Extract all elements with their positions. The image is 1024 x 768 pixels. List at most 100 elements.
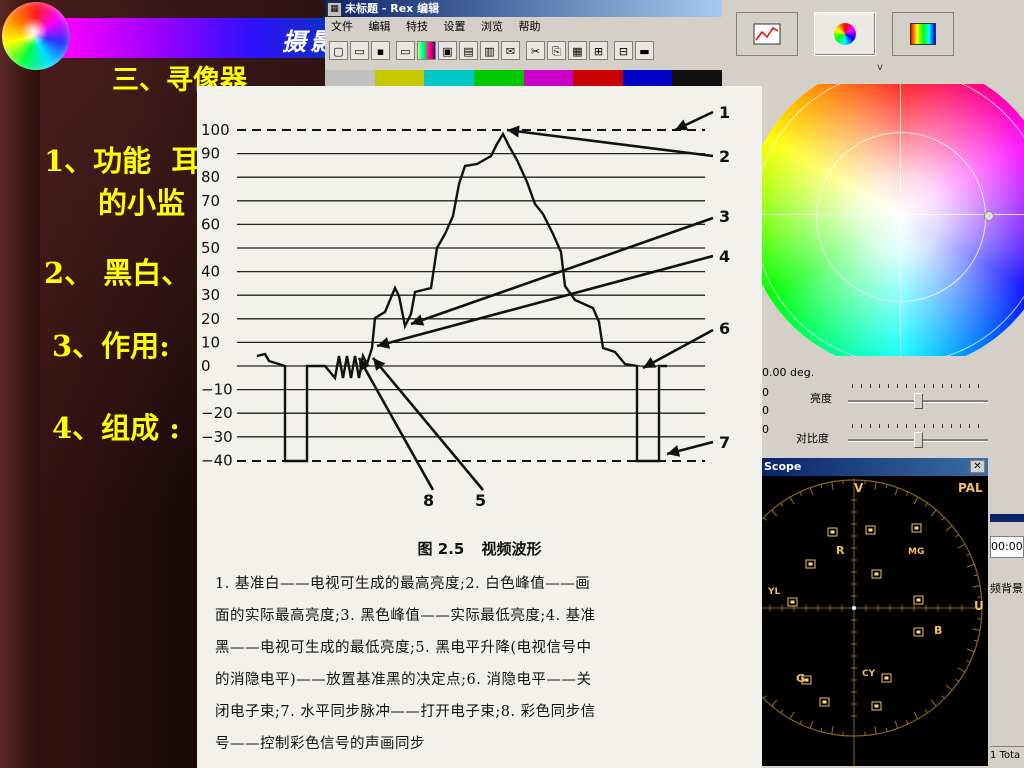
scope-tick <box>831 481 834 490</box>
scope-title: Scope <box>764 460 802 473</box>
image-icon[interactable]: ▣ <box>438 41 457 60</box>
scope-tick <box>789 711 795 720</box>
y-tick-label: 10 <box>201 333 220 351</box>
callout-2: 2 <box>719 147 730 166</box>
color-wheel[interactable] <box>762 84 1024 356</box>
contrast-ticks <box>852 424 986 428</box>
scope-target-dot <box>914 526 919 530</box>
scope-tick <box>924 502 928 507</box>
figure-note-line-2: 面的实际最高亮度;3. 黑色峰值——实际最低亮度;4. 基准 <box>215 608 596 624</box>
y-tick-label: 60 <box>201 215 220 233</box>
scope-tick <box>874 481 877 490</box>
menu-edit[interactable]: 编辑 <box>369 20 391 33</box>
menu-browse[interactable]: 浏览 <box>481 20 503 33</box>
callout-7: 7 <box>719 433 730 452</box>
brightness-slider-thumb[interactable] <box>914 393 923 409</box>
scope-tick <box>789 496 795 505</box>
open-clip-icon[interactable]: ▭ <box>396 41 415 60</box>
scope-target-dot <box>874 704 879 708</box>
scope-target-dot <box>830 530 835 534</box>
rex-titlebar[interactable]: 未标题 - Rex 编辑 <box>325 0 722 17</box>
item-4-label: 4、组成 : <box>52 411 180 445</box>
app-icon: ▦ <box>327 2 342 17</box>
picture-icon[interactable]: ▤ <box>459 41 478 60</box>
mail-icon[interactable]: ✉ <box>501 41 520 60</box>
scope-target-dot <box>916 598 921 602</box>
document-icon[interactable]: ▥ <box>480 41 499 60</box>
scope-tick <box>771 509 778 517</box>
brightness-ticks <box>852 384 986 388</box>
scope-tick <box>945 684 953 691</box>
scope-tick <box>957 543 966 549</box>
chevron-down-icon[interactable]: v <box>877 62 883 73</box>
angle-readout: 0.00 deg. <box>762 366 815 379</box>
copy-icon[interactable]: ⎘ <box>547 41 566 60</box>
vectorscope-button[interactable] <box>814 12 876 56</box>
scope-tick <box>809 720 814 729</box>
vectorscope-window: Scope ✕ V PAL U R MG YL B G CY <box>760 456 990 768</box>
vectorscope-display: V PAL U R MG YL B G CY <box>762 478 984 766</box>
rex-editor-window: 未标题 - Rex 编辑 ▦ 文件 编辑 特技 设置 浏览 帮助 ▢ ▭ ▪ ▭… <box>325 0 724 86</box>
contrast-slider-thumb[interactable] <box>914 432 923 448</box>
color-grid-button[interactable] <box>892 12 954 56</box>
time-field[interactable]: 00:00 <box>990 536 1024 558</box>
rex-toolbar: ▢ ▭ ▪ ▭ ▣ ▤ ▥ ✉ ✂ ⎘ ▦ ⊞ ⊟ ▬ <box>329 41 654 65</box>
menu-effects[interactable]: 特技 <box>406 20 428 33</box>
paste-icon[interactable]: ▦ <box>568 41 587 60</box>
save-icon[interactable]: ▪ <box>371 41 390 60</box>
scope-tick <box>966 648 975 653</box>
waveform-diagram: 1009080706050403020100−10−20−30−40 1 2 3… <box>201 103 730 510</box>
film-icon[interactable]: ▬ <box>635 41 654 60</box>
menu-help[interactable]: 帮助 <box>519 20 541 33</box>
status-total: Tota <box>999 750 1021 761</box>
waveform-monitor-button[interactable] <box>736 12 798 56</box>
scope-target-dot <box>884 676 889 680</box>
scope-titlebar[interactable]: Scope <box>762 458 988 476</box>
split-icon[interactable]: ⊞ <box>589 41 608 60</box>
wheel-handle[interactable] <box>984 211 994 221</box>
y-tick-label: 0 <box>201 357 211 375</box>
figure-note-line-3: 黑——电视可生成的最低亮度;5. 黑电平升降(电视信号中 <box>215 640 592 656</box>
menu-file[interactable]: 文件 <box>331 20 353 33</box>
scope-tick <box>780 709 784 714</box>
scope-tick <box>972 628 981 631</box>
video-waveform-figure: 100 90 80 70 60 50 40 30 20 10 0 −10 −20 −30 −40 1 2 3… <box>197 86 762 768</box>
scope-target-dot <box>874 572 879 576</box>
scope-label-pal: PAL <box>958 481 983 495</box>
timeline-selection-bar <box>990 514 1024 522</box>
video-bg-label: 频背景 <box>990 582 1023 595</box>
color-bars-icon[interactable] <box>417 41 436 60</box>
rex-window-title: 未标题 - Rex 编辑 <box>345 2 440 15</box>
callout-3: 3 <box>719 207 730 226</box>
cut-icon[interactable]: ✂ <box>526 41 545 60</box>
scope-label-v: V <box>854 481 864 495</box>
color-bar-8 <box>672 70 722 86</box>
scope-tick <box>780 502 784 507</box>
scope-tick <box>894 720 899 729</box>
y-tick-label: −20 <box>201 404 233 422</box>
color-bar-3 <box>424 70 474 86</box>
scope-tick <box>763 517 767 521</box>
figure-number: 图 2.5 <box>417 540 465 558</box>
wheel-inner-ring <box>816 132 986 302</box>
color-bar-4 <box>473 70 524 86</box>
scope-tick <box>930 699 937 707</box>
scope-label-b: B <box>934 624 942 637</box>
scope-label-u: U <box>974 599 984 613</box>
waveform-chart-icon <box>753 23 781 45</box>
close-icon[interactable]: ✕ <box>970 460 985 473</box>
open-folder-icon[interactable]: ▭ <box>350 41 369 60</box>
value-readout-1: 0 <box>762 386 769 399</box>
scope-target-dot <box>916 630 921 634</box>
menu-settings[interactable]: 设置 <box>444 20 466 33</box>
scope-label-cy: CY <box>862 669 876 679</box>
contrast-label: 对比度 <box>796 432 829 445</box>
color-bar-1 <box>325 70 375 86</box>
y-tick-label: −30 <box>201 428 233 446</box>
y-tick-label: 80 <box>201 168 220 186</box>
scope-tick <box>831 726 834 735</box>
new-file-icon[interactable]: ▢ <box>329 41 348 60</box>
value-readout-2: 0 <box>762 404 769 417</box>
item-2-label: 2、 黑白、 <box>44 256 191 290</box>
timeline-icon[interactable]: ⊟ <box>614 41 633 60</box>
